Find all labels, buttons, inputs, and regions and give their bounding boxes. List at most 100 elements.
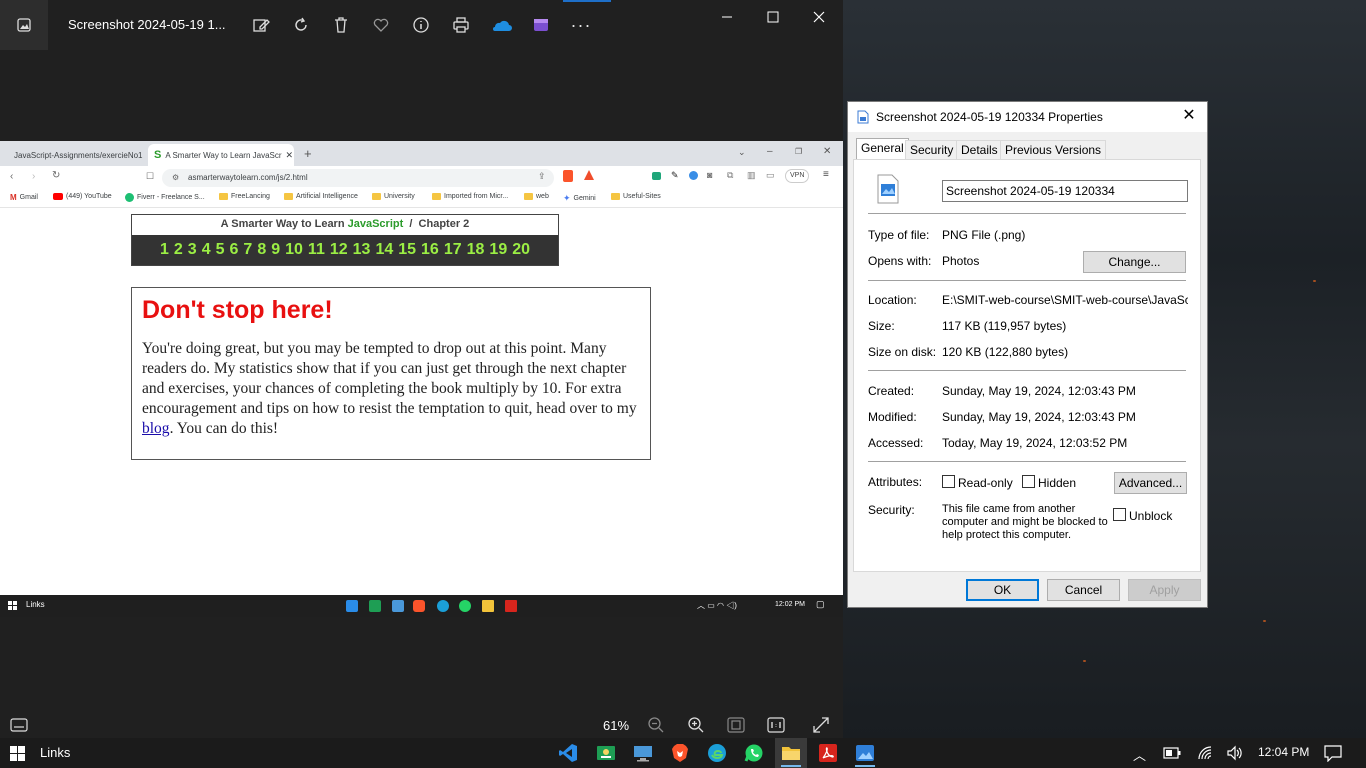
zoom-in-icon[interactable] (687, 716, 705, 734)
camera-icon[interactable]: ◙ (707, 170, 712, 180)
ok-button[interactable]: OK (966, 579, 1039, 601)
bookmark-university[interactable]: University (372, 193, 415, 200)
filename-input[interactable]: Screenshot 2024-05-19 120334 (942, 180, 1188, 202)
this-pc-icon[interactable] (633, 743, 653, 763)
site-info-icon[interactable]: ⚙ (172, 169, 179, 187)
close-icon[interactable] (796, 4, 842, 30)
show-hidden-icons-icon[interactable]: ︿ (1133, 745, 1146, 764)
rotate-icon[interactable] (289, 13, 313, 37)
photos-app-icon[interactable] (0, 0, 48, 50)
brave-rewards-icon[interactable] (584, 170, 594, 180)
chapter-link-2[interactable]: 2 (174, 241, 183, 259)
blog-link[interactable]: blog (142, 420, 170, 437)
vscode-icon[interactable] (558, 743, 578, 763)
chapter-link-11[interactable]: 11 (308, 241, 325, 259)
bookmark-ai[interactable]: Artificial Intelligence (284, 193, 358, 200)
chapter-link-14[interactable]: 14 (375, 241, 393, 259)
tab-search-icon[interactable]: ⌄ (738, 147, 746, 158)
tab-security[interactable]: Security (905, 140, 959, 160)
browser-restore-icon[interactable]: ❐ (795, 147, 802, 156)
cancel-button[interactable]: Cancel (1047, 579, 1120, 601)
chapter-link-10[interactable]: 10 (285, 241, 303, 259)
whatsapp-icon[interactable] (744, 743, 764, 763)
extension-blue-icon[interactable] (689, 171, 698, 180)
classroom-icon[interactable] (596, 743, 616, 763)
bookmark-fiverr[interactable]: Fiverr - Freelance S... (125, 193, 205, 202)
chapter-link-1[interactable]: 1 (160, 241, 169, 259)
tab-smarter-way[interactable]: S A Smarter Way to Learn JavaScr ✕ (148, 144, 294, 166)
chapter-link-13[interactable]: 13 (353, 241, 371, 259)
brave-icon[interactable] (670, 743, 690, 763)
forward-icon[interactable]: › (32, 171, 35, 182)
chapter-link-8[interactable]: 8 (257, 241, 266, 259)
chapter-link-7[interactable]: 7 (243, 241, 252, 259)
advanced-button[interactable]: Advanced... (1114, 472, 1187, 494)
links-toolbar-label[interactable]: Links (40, 745, 70, 760)
delete-icon[interactable] (329, 13, 353, 37)
change-button[interactable]: Change... (1083, 251, 1186, 273)
fullscreen-icon[interactable] (812, 716, 830, 734)
edge-icon[interactable] (707, 743, 727, 763)
clock[interactable]: 12:04 PM (1258, 745, 1309, 759)
address-bar[interactable]: ⚙ asmarterwaytolearn.com/js/2.html (162, 169, 554, 187)
reload-icon[interactable]: ↻ (52, 170, 60, 181)
actual-size-icon[interactable] (767, 716, 785, 734)
tab-previous-versions[interactable]: Previous Versions (1000, 140, 1107, 160)
unblock-checkbox[interactable] (1113, 508, 1126, 521)
chapter-link-12[interactable]: 12 (330, 241, 348, 259)
extensions-icon[interactable]: ⧉ (727, 170, 733, 181)
tab-general[interactable]: General (856, 138, 909, 160)
info-icon[interactable] (409, 13, 433, 37)
vpn-button[interactable]: VPN (785, 169, 810, 183)
bookmark-useful-sites[interactable]: Useful-Sites (611, 193, 661, 200)
wifi-icon[interactable] (1197, 745, 1213, 761)
bookmark-gmail[interactable]: M Gmail (10, 193, 38, 202)
clipchamp-icon[interactable] (529, 13, 553, 37)
zoom-out-icon[interactable] (647, 716, 665, 734)
browser-close-icon[interactable]: ✕ (823, 146, 831, 157)
chapter-link-6[interactable]: 6 (230, 241, 239, 259)
volume-icon[interactable] (1226, 745, 1244, 761)
menu-icon[interactable]: ≡ (823, 169, 829, 180)
browser-minimize-icon[interactable]: – (767, 146, 773, 157)
more-icon[interactable]: ··· (569, 13, 593, 37)
chapter-link-20[interactable]: 20 (512, 241, 530, 259)
maximize-icon[interactable] (750, 4, 796, 30)
tab-close-icon[interactable]: ✕ (286, 150, 294, 161)
fit-icon[interactable] (727, 716, 745, 734)
bookmark-web[interactable]: web (524, 193, 549, 200)
chapter-link-3[interactable]: 3 (188, 241, 197, 259)
bookmark-gemini[interactable]: ✦ Gemini (563, 193, 596, 204)
onedrive-icon[interactable] (489, 13, 513, 37)
minimize-icon[interactable] (704, 4, 750, 30)
sidebar-icon[interactable]: ▥ (747, 170, 756, 181)
bookmark-icon[interactable]: ☐ (146, 171, 154, 182)
print-icon[interactable] (449, 13, 473, 37)
readonly-checkbox[interactable] (942, 475, 955, 488)
chapter-link-9[interactable]: 9 (271, 241, 280, 259)
share-icon[interactable]: ⇪ (538, 171, 546, 182)
start-icon[interactable] (10, 746, 25, 761)
brave-shields-icon[interactable] (563, 170, 573, 182)
chapter-link-17[interactable]: 17 (444, 241, 462, 259)
chapter-link-16[interactable]: 16 (421, 241, 439, 259)
file-explorer-icon[interactable] (781, 743, 801, 763)
pen-extension-icon[interactable]: ✎ (671, 170, 679, 181)
chapter-link-19[interactable]: 19 (489, 241, 507, 259)
tab-details[interactable]: Details (956, 140, 1003, 160)
new-tab-icon[interactable]: + (304, 146, 312, 161)
bookmark-youtube[interactable]: (449) YouTube (53, 193, 112, 200)
back-icon[interactable]: ‹ (10, 171, 13, 182)
chapter-link-18[interactable]: 18 (467, 241, 485, 259)
battery-icon[interactable] (1163, 747, 1181, 759)
bookmark-freelancing[interactable]: FreeLancing (219, 193, 270, 200)
hidden-checkbox[interactable] (1022, 475, 1035, 488)
dialog-close-icon[interactable]: ✕ (1177, 106, 1201, 128)
wallet-icon[interactable]: ▭ (766, 170, 775, 181)
filmstrip-icon[interactable] (10, 716, 28, 734)
bookmark-imported[interactable]: Imported from Micr... (432, 193, 508, 200)
acrobat-icon[interactable] (818, 743, 838, 763)
chapter-link-4[interactable]: 4 (202, 241, 211, 259)
favorite-icon[interactable] (369, 13, 393, 37)
chapter-link-15[interactable]: 15 (398, 241, 416, 259)
